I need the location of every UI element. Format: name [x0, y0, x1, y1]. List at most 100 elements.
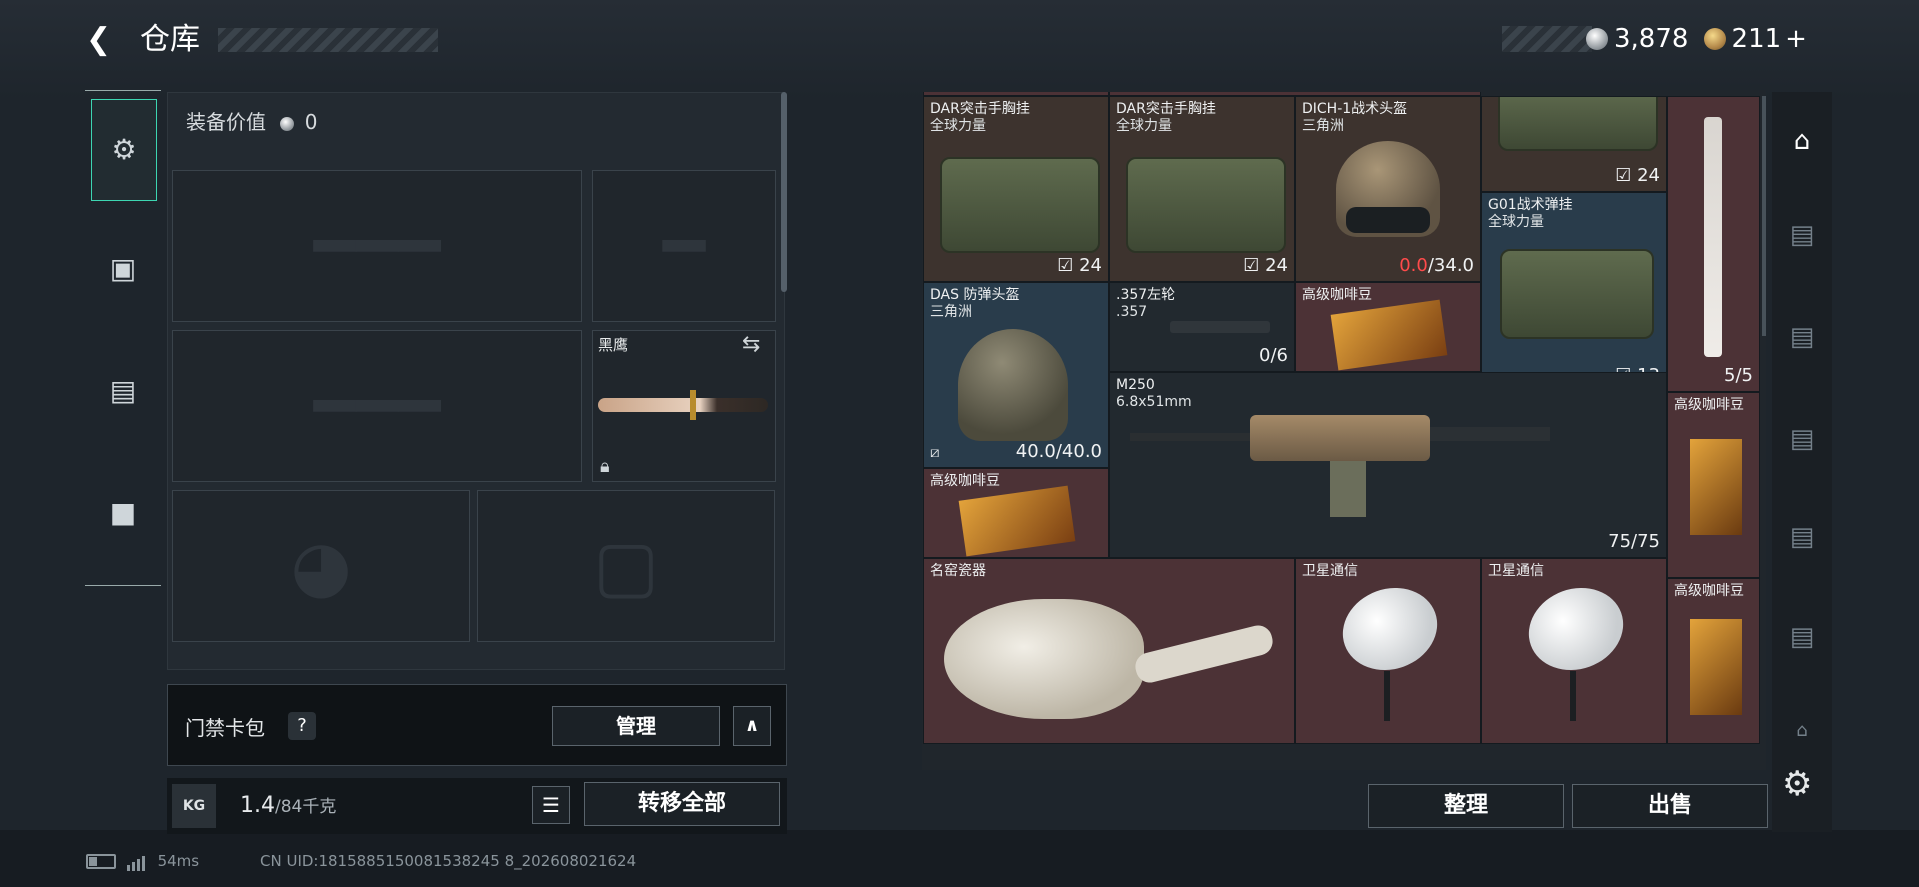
item-count: 35 — [1442, 92, 1460, 95]
revolver-image — [1170, 321, 1270, 333]
swap-icon[interactable]: ⇆ — [742, 332, 760, 357]
stash-item[interactable]: DAR突击手胸挂 全球力量 ☑ 24 — [923, 96, 1109, 282]
stock-image — [1430, 427, 1550, 441]
item-ammo: 0/6 — [1259, 345, 1288, 366]
stash-item[interactable]: .357左轮 .357 0/6 — [1109, 282, 1295, 372]
stash-item[interactable]: 高级咖啡豆 — [1667, 392, 1760, 578]
stash-item[interactable]: DICH-1战术头盔 三角洲 0.0/34.0 — [1295, 96, 1481, 282]
currency-decoration — [1502, 26, 1592, 52]
stash-tab-4[interactable]: ▤ — [1772, 220, 1832, 250]
stash-tab-3b[interactable]: ▤ — [1772, 622, 1832, 652]
category-vest[interactable]: ▤ — [91, 341, 155, 441]
item-name: 高级咖啡豆 — [1302, 287, 1372, 303]
goggles-image — [1346, 207, 1430, 233]
title-decoration — [218, 28, 438, 52]
item-faction: 三角洲 — [930, 304, 972, 320]
item-faction: 三角洲 — [1302, 118, 1344, 134]
stash-item[interactable]: 高级咖啡豆 — [1295, 282, 1481, 372]
stash-item[interactable]: 高级咖啡豆 — [1667, 578, 1760, 744]
stash-item[interactable]: 名窑瓷器 — [923, 558, 1295, 744]
item-faction: 全球力量 — [1116, 118, 1172, 134]
rig-image — [1500, 249, 1654, 339]
lock-icon: 🔒︎ — [600, 456, 610, 477]
vest-icon: ▤ — [109, 374, 137, 407]
equip-value: 装备价值 0 — [186, 106, 317, 135]
weight-text: 1.4/84千克 — [240, 792, 336, 818]
stash-tab-3[interactable]: ▤ — [1772, 322, 1832, 352]
stash-item[interactable]: ☑ 24 — [1481, 96, 1667, 192]
bell-icon: ⌂ — [1796, 720, 1808, 741]
category-rail: ⚙ ▣ ▤ ■ — [85, 90, 161, 586]
expand-up-button[interactable]: ∧ — [733, 706, 771, 746]
folder-add-icon: ▤ — [1789, 424, 1815, 454]
folder-icon: ▤ — [1789, 220, 1815, 250]
secondary-weapon-slot[interactable]: ━━━ — [172, 330, 582, 482]
category-case[interactable]: ■ — [91, 463, 155, 563]
item-name: 卫星通信 — [1488, 563, 1544, 579]
porcelain-neck-image — [1132, 622, 1276, 686]
stash-tab-4b[interactable]: ▤ — [1772, 522, 1832, 552]
help-icon[interactable]: ? — [288, 712, 316, 740]
item-count: 5/5 — [1724, 365, 1753, 386]
sort-button[interactable]: 整理 — [1368, 784, 1564, 828]
list-icon: ☰ — [542, 793, 560, 817]
stash-tab-add[interactable]: ▤ — [1772, 424, 1832, 454]
stash-item[interactable]: 5/5 — [1667, 96, 1760, 392]
rifle-image — [1704, 117, 1722, 357]
currency-bar: 3,878 211 + — [1586, 24, 1817, 54]
rig-image — [1126, 157, 1286, 253]
stash-scrollbar[interactable] — [1762, 96, 1766, 336]
coffee-image — [958, 485, 1076, 557]
transfer-all-button[interactable]: 转移全部 — [584, 782, 780, 826]
equip-value-amount: 0 — [304, 110, 318, 134]
lmg-body-image — [1250, 415, 1430, 461]
stash-item[interactable]: DAS 防弹头盔 三角洲 ⧄ 40.0/40.0 — [923, 282, 1109, 468]
knife-image — [598, 398, 768, 412]
silver-coin-icon — [280, 116, 295, 131]
item-name: 名窑瓷器 — [930, 563, 986, 579]
stash-item[interactable]: 高级咖啡豆 — [923, 468, 1109, 558]
item-count: ☑ 24 — [1243, 255, 1288, 276]
item-name: 高级咖啡豆 — [1674, 397, 1744, 413]
gear-icon: ⚙ — [1782, 764, 1813, 804]
pistol-slot[interactable]: ━ — [592, 170, 776, 322]
tripod-image — [1570, 671, 1576, 721]
weight-max: /84千克 — [275, 797, 337, 817]
helmet-slot[interactable]: ◕ — [172, 490, 470, 642]
list-view-button[interactable]: ☰ — [532, 786, 570, 824]
chevron-up-icon: ∧ — [744, 715, 760, 736]
stash-item[interactable]: M250 6.8x51mm 75/75 — [1109, 372, 1667, 558]
pistol-silhouette-icon: ━ — [662, 205, 706, 287]
item-name: M250 — [1116, 377, 1155, 393]
item-ammo: 75/75 — [1608, 531, 1660, 552]
knife-guard — [690, 390, 696, 420]
category-helmet[interactable]: ▣ — [91, 219, 155, 319]
stash-tab-main[interactable]: ⌂ — [1772, 126, 1832, 156]
coffee-image — [1330, 299, 1448, 371]
gold-amount: 211 — [1731, 24, 1782, 54]
category-weapons[interactable]: ⚙ — [91, 99, 157, 201]
stash-item[interactable]: 卫星通信 — [1295, 558, 1481, 744]
sell-button[interactable]: 出售 — [1572, 784, 1768, 828]
manage-button[interactable]: 管理 — [552, 706, 720, 746]
primary-weapon-slot[interactable]: ━━━ — [172, 170, 582, 322]
gold-coin-icon — [1703, 28, 1726, 50]
settings-button[interactable]: ⚙ — [1782, 764, 1812, 804]
stash-tab-more[interactable]: ⌂ — [1772, 720, 1832, 741]
rifle-silhouette-icon: ━━━ — [313, 365, 441, 447]
loadout-scrollbar[interactable] — [781, 92, 787, 292]
coffee-image — [1690, 439, 1742, 535]
item-caliber: .357 — [1116, 304, 1148, 320]
item-durability: 0.0/34.0 — [1399, 255, 1474, 276]
back-button[interactable]: ❮ — [86, 22, 122, 58]
armor-silhouette-icon: ▢ — [592, 525, 660, 607]
item-name: DICH-1战术头盔 — [1302, 101, 1408, 117]
folder-icon: ▤ — [1789, 522, 1815, 552]
signal-icon — [126, 853, 147, 871]
stash-item[interactable]: G01战术弹挂 全球力量 ⧄ ☑ 13 — [1481, 192, 1667, 392]
stash-item[interactable]: 卫星通信 — [1481, 558, 1667, 744]
stash-item[interactable]: DAR突击手胸挂 全球力量 ☑ 24 — [1109, 96, 1295, 282]
armor-slot[interactable]: ▢ — [477, 490, 775, 642]
equip-value-label: 装备价值 — [186, 110, 266, 134]
add-gold-button[interactable]: + — [1785, 24, 1807, 54]
